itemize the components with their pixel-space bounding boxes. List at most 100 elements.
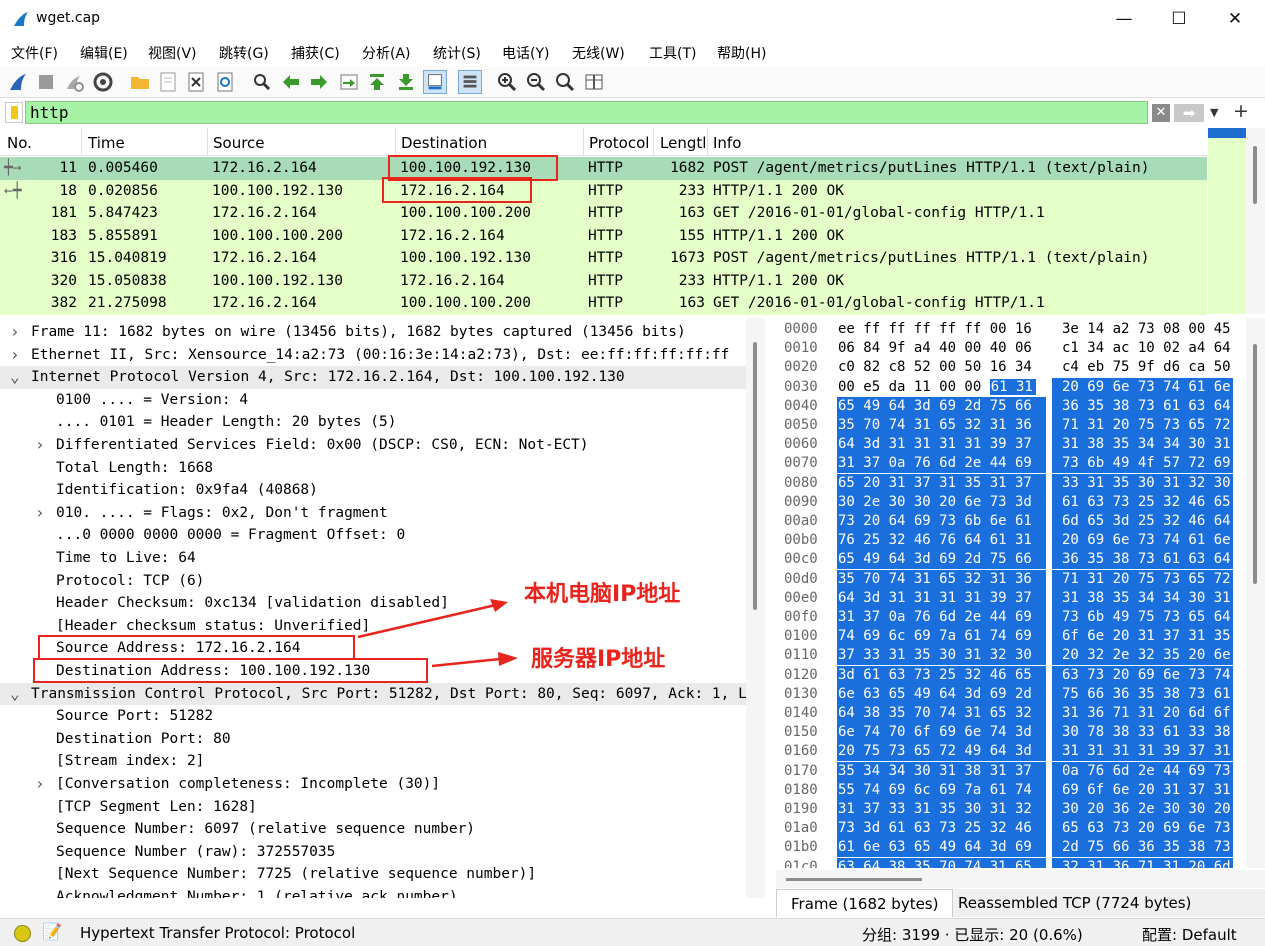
detail-row[interactable]: ⌄ Internet Protocol Version 4, Src: 172.1… [0,366,746,389]
hex-row[interactable]: 00c0 65 49 64 3d 69 2d 75 66 36 35 38 73 6… [776,550,1246,570]
hex-row[interactable]: 0100 74 69 6c 69 7a 61 74 69 6f 6e 20 31 3… [776,627,1246,647]
packet-row[interactable]: 181 5.847423 172.16.2.164 100.100.100.20… [0,202,1207,225]
col-length[interactable]: Lengtl [660,134,705,152]
hex-row[interactable]: 0120 3d 61 63 73 25 32 46 65 63 73 20 69 6… [776,665,1246,685]
collapsed-chevron-icon[interactable]: › [35,502,45,524]
save-file-icon[interactable] [156,70,180,94]
collapsed-chevron-icon[interactable]: › [35,773,45,795]
hex-row[interactable]: 00d0 35 70 74 31 65 32 31 36 71 31 20 75 7… [776,569,1246,589]
packet-list-scrollbar[interactable] [1246,128,1265,314]
zoom-out-icon[interactable] [524,70,548,94]
minimize-button[interactable]: — [1112,8,1136,30]
profile-label[interactable]: 配置: Default [1142,924,1237,945]
detail-row[interactable]: › Ethernet II, Src: Xensource_14:a2:73 (0… [0,344,746,367]
hex-row[interactable]: 0170 35 34 34 30 31 38 31 37 0a 76 6d 2e 4… [776,761,1246,781]
apply-filter-icon[interactable]: ➡ [1174,104,1204,122]
normal-size-icon[interactable] [553,70,577,94]
hex-row[interactable]: 0180 55 74 69 6c 69 7a 61 74 69 6f 6e 20 3… [776,780,1246,800]
detail-row[interactable]: [Stream index: 2] [0,750,746,773]
detail-row[interactable]: Identification: 0x9fa4 (40868) [0,479,746,502]
hex-row[interactable]: 0030 00 e5 da 11 00 00 61 31 20 69 6e 73 7… [776,377,1246,397]
go-to-packet-icon[interactable] [337,70,361,94]
collapsed-chevron-icon[interactable]: › [10,344,20,366]
hex-row[interactable]: 0110 37 33 31 35 30 31 32 30 20 32 2e 32 3… [776,646,1246,666]
menu-statistics[interactable]: 统计(S) [433,43,481,63]
hex-row[interactable]: 0130 6e 63 65 49 64 3d 69 2d 75 66 36 35 3… [776,684,1246,704]
close-file-icon[interactable] [184,70,208,94]
bytes-scrollbar[interactable] [1246,318,1265,868]
col-info[interactable]: Info [713,134,741,152]
packet-row[interactable]: 183 5.855891 100.100.100.200 172.16.2.16… [0,224,1207,247]
packet-row[interactable]: 320 15.050838 100.100.192.130 172.16.2.1… [0,269,1207,292]
go-first-packet-icon[interactable] [365,70,389,94]
hex-row[interactable]: 0060 64 3d 31 31 31 31 39 37 31 38 35 34 3… [776,435,1246,455]
packet-row[interactable]: ←┿ 18 0.020856 100.100.192.130 172.16.2.… [0,179,1207,202]
packet-minimap[interactable] [1208,128,1246,314]
hex-row[interactable]: 01c0 63 64 38 35 70 74 31 65 32 31 36 71 3… [776,857,1246,868]
hex-row[interactable]: 0010 06 84 9f a4 40 00 40 06 c1 34 ac 10 0… [776,339,1246,358]
expanded-chevron-icon[interactable]: ⌄ [10,683,20,705]
hex-row[interactable]: 0190 31 37 33 31 35 30 31 32 30 20 36 2e 3… [776,800,1246,819]
detail-row[interactable]: Sequence Number: 6097 (relative sequence… [0,818,746,841]
menu-help[interactable]: 帮助(H) [717,43,766,63]
hex-row[interactable]: 01a0 73 3d 61 63 73 25 32 46 65 63 73 20 6… [776,819,1246,839]
detail-row[interactable]: Total Length: 1668 [0,457,746,480]
display-filter-input[interactable]: http [25,101,1148,124]
capture-options-icon[interactable] [91,70,115,94]
detail-row[interactable]: ⌄ Transmission Control Protocol, Src Port… [0,682,765,706]
filter-dropdown-icon[interactable]: ▼ [1210,106,1218,119]
collapsed-chevron-icon[interactable]: › [10,321,20,343]
detail-row[interactable]: Source Port: 51282 [0,705,746,728]
hex-row[interactable]: 00b0 76 25 32 46 76 64 61 31 20 69 6e 73 7… [776,531,1246,551]
details-scrollbar[interactable] [746,318,765,898]
hex-row[interactable]: 00e0 64 3d 31 31 31 31 39 37 31 38 35 34 3… [776,588,1246,608]
hex-row[interactable]: 0000 ee ff ff ff ff ff 00 16 3e 14 a2 73 0… [776,320,1246,339]
zoom-in-icon[interactable] [495,70,519,94]
hex-row[interactable]: 0070 31 37 0a 76 6d 2e 44 69 73 6b 49 4f 5… [776,454,1246,474]
open-file-icon[interactable] [128,70,152,94]
stop-capture-icon[interactable] [34,70,58,94]
hex-row[interactable]: 0080 65 20 31 37 31 35 31 37 33 31 35 30 3… [776,473,1246,493]
packet-row[interactable]: ┿→ 11 0.005460 172.16.2.164 100.100.192.… [0,157,1207,180]
hex-row[interactable]: 0020 c0 82 c8 52 00 50 16 34 c4 eb 75 9f d… [776,358,1246,377]
resize-columns-icon[interactable] [582,70,606,94]
hex-row[interactable]: 0140 64 38 35 70 74 31 65 32 31 36 71 31 2… [776,704,1246,723]
colorize-icon[interactable] [458,70,482,94]
tab-reassembled-tcp[interactable]: Reassembled TCP (7724 bytes) [944,889,1205,917]
maximize-button[interactable]: ☐ [1167,8,1191,30]
go-back-icon[interactable] [279,70,303,94]
expanded-chevron-icon[interactable]: ⌄ [10,366,20,388]
menu-analyze[interactable]: 分析(A) [362,43,411,63]
hex-row[interactable]: 00a0 73 20 64 69 73 6b 6e 61 6d 65 3d 25 3… [776,512,1246,531]
menu-wireless[interactable]: 无线(W) [572,43,625,63]
menu-edit[interactable]: 编辑(E) [80,43,128,63]
col-source[interactable]: Source [213,134,265,152]
detail-row[interactable]: [TCP Segment Len: 1628] [0,796,746,819]
edit-comment-icon[interactable]: 📝 [42,922,62,941]
col-destination[interactable]: Destination [401,134,487,152]
expert-info-icon[interactable] [14,925,31,942]
packet-row[interactable]: 316 15.040819 172.16.2.164 100.100.192.1… [0,247,1207,270]
go-last-packet-icon[interactable] [394,70,418,94]
hex-row[interactable]: 00f0 31 37 0a 76 6d 2e 44 69 73 6b 49 75 7… [776,608,1246,627]
menu-go[interactable]: 跳转(G) [219,43,269,63]
clear-filter-icon[interactable]: ✕ [1152,104,1170,122]
detail-row[interactable]: › Frame 11: 1682 bytes on wire (13456 bit… [0,321,746,344]
detail-row[interactable]: › [Conversation completeness: Incomplete … [0,773,746,796]
packet-row[interactable]: 382 21.275098 172.16.2.164 100.100.100.2… [0,292,1207,315]
menu-file[interactable]: 文件(F) [11,43,58,63]
tab-frame-bytes[interactable]: Frame (1682 bytes) [776,889,954,917]
bytes-horizontal-scrollbar[interactable] [776,870,1265,888]
col-time[interactable]: Time [88,134,125,152]
close-button[interactable]: ✕ [1223,8,1247,30]
find-packet-icon[interactable] [250,70,274,94]
hex-row[interactable]: 0090 30 2e 30 30 20 6e 73 3d 61 63 73 25 3… [776,492,1246,512]
hex-row[interactable]: 0150 6e 74 70 6f 69 6e 74 3d 30 78 38 33 6… [776,723,1246,743]
autoscroll-icon[interactable] [423,70,447,94]
menu-capture[interactable]: 捕获(C) [291,43,340,63]
hex-row[interactable]: 0040 65 49 64 3d 69 2d 75 66 36 35 38 73 6… [776,396,1246,416]
detail-row[interactable]: Destination Port: 80 [0,728,746,751]
restart-capture-icon[interactable] [62,70,86,94]
menu-view[interactable]: 视图(V) [148,43,197,63]
hex-row[interactable]: 0160 20 75 73 65 72 49 64 3d 31 31 31 31 3… [776,742,1246,762]
